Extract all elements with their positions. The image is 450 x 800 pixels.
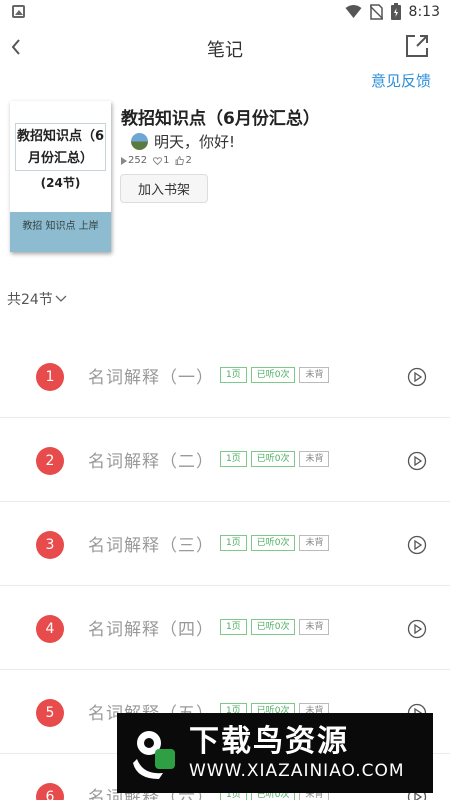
app-header: 笔记 [0,25,450,69]
play-button[interactable] [407,451,427,471]
book-stats: 252 1 2 [121,155,192,166]
pages-tag: 1页 [220,535,247,551]
feedback-link[interactable]: 意见反馈 [371,70,431,91]
item-number-badge: 6 [36,783,64,800]
play-circle-icon [407,367,427,387]
item-title: 名词解释（三） [88,536,214,556]
item-number-badge: 2 [36,447,64,475]
list-item[interactable]: 2 名词解释（二） 1页 已听0次 未背 [0,418,450,502]
play-circle-icon [407,451,427,471]
cover-count: (24节) [40,176,81,190]
listened-tag: 已听0次 [250,451,296,467]
book-title: 教招知识点（6月份汇总） [121,109,320,129]
play-circle-icon [407,619,427,639]
item-title: 名词解释（四） [88,620,214,640]
recite-status-tag: 未背 [299,535,330,551]
clock: 8:13 [408,3,440,20]
item-number-badge: 1 [36,363,64,391]
status-bar: 8:13 [0,0,450,25]
item-tags: 1页 已听0次 未背 [220,619,330,635]
cover-band: 教招 知识点 上岸 [10,212,111,252]
chevron-down-icon [55,295,67,302]
recite-status-tag: 未背 [299,367,330,383]
battery-icon [390,3,401,20]
play-count-icon [121,156,127,165]
listened-tag: 已听0次 [250,619,296,635]
listened-tag: 已听0次 [250,535,296,551]
bird-logo-icon [129,725,181,781]
item-title: 名词解释（二） [88,452,214,472]
no-sim-icon [369,3,383,20]
likes-stat: 1 [153,155,169,166]
thumbs-stat: 2 [175,155,192,166]
watermark-title: 下载鸟资源 [189,724,349,759]
share-button[interactable] [404,33,430,59]
section-count-toggle[interactable]: 共24节 [7,289,67,309]
section-count: 共24节 [7,292,53,308]
wifi-icon [345,4,362,18]
item-tags: 1页 已听0次 未背 [220,367,330,383]
play-button[interactable] [407,535,427,555]
item-tags: 1页 已听0次 未背 [220,451,330,467]
watermark-url: WWW.XIAZAINIAO.COM [189,761,405,781]
pages-tag: 1页 [220,619,247,635]
play-button[interactable] [407,619,427,639]
list-item[interactable]: 4 名词解释（四） 1页 已听0次 未背 [0,586,450,670]
thumbs-up-icon [176,156,185,165]
add-to-shelf-button[interactable]: 加入书架 [120,174,208,203]
plays-stat: 252 [121,155,147,166]
item-number-badge: 5 [36,699,64,727]
item-number-badge: 4 [36,615,64,643]
item-number-badge: 3 [36,531,64,559]
avatar [131,133,148,150]
page-title: 笔记 [207,40,243,61]
author[interactable]: 明天，你好! [131,131,235,152]
share-icon [406,35,428,57]
list-item[interactable]: 3 名词解释（三） 1页 已听0次 未背 [0,502,450,586]
image-notification-icon [12,5,25,18]
item-title: 名词解释（一） [88,368,214,388]
pages-tag: 1页 [220,367,247,383]
recite-status-tag: 未背 [299,619,330,635]
play-circle-icon [407,535,427,555]
list-item[interactable]: 1 名词解释（一） 1页 已听0次 未背 [0,334,450,418]
recite-status-tag: 未背 [299,451,330,467]
listened-tag: 已听0次 [250,367,296,383]
item-tags: 1页 已听0次 未背 [220,535,330,551]
cover-title: 教招知识点（6月份汇总） [15,123,106,171]
watermark-banner: 下载鸟资源 WWW.XIAZAINIAO.COM [117,713,433,793]
play-button[interactable] [407,367,427,387]
book-cover[interactable]: 教招知识点（6月份汇总） (24节) 教招 知识点 上岸 [10,101,111,252]
pages-tag: 1页 [220,451,247,467]
heart-icon [153,156,163,165]
author-name: 明天，你好! [154,133,236,151]
